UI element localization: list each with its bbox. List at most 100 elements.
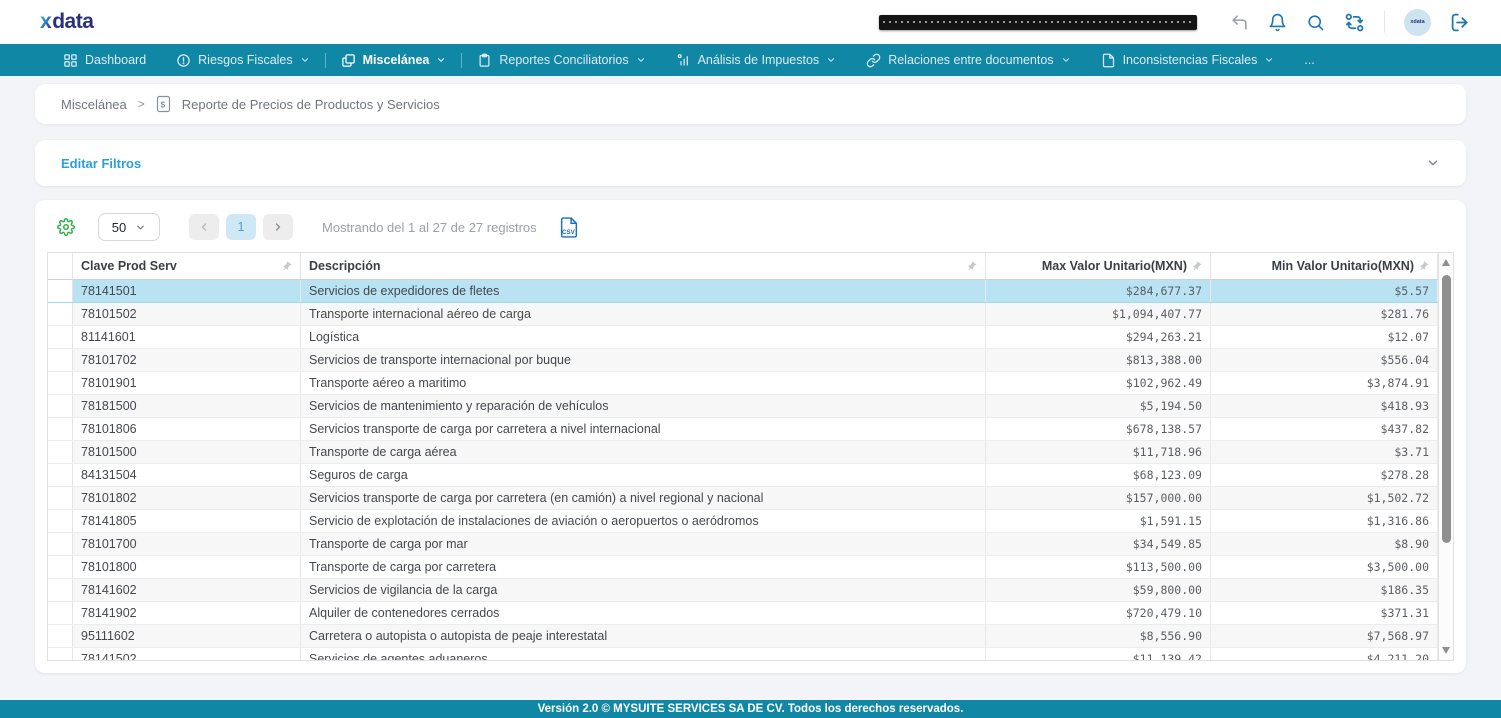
cell-min-valor: $437.82 (1211, 418, 1438, 440)
scroll-down-icon[interactable] (1442, 647, 1450, 654)
row-selector-cell (48, 533, 73, 555)
xdata-logo[interactable]: xdata (40, 10, 93, 34)
column-label: Clave Prod Serv (81, 259, 177, 273)
top-bar-actions: xdata (879, 9, 1471, 36)
breadcrumb-current: Reporte de Precios de Productos y Servic… (182, 97, 440, 112)
bell-icon[interactable] (1268, 13, 1287, 32)
row-selector-cell (48, 556, 73, 578)
cell-min-valor: $278.28 (1211, 464, 1438, 486)
cell-descripcion: Transporte aéreo a maritimo (301, 372, 986, 394)
cell-descripcion: Seguros de carga (301, 464, 986, 486)
cell-max-valor: $284,677.37 (986, 280, 1211, 302)
csv-export-icon[interactable]: CSV (560, 217, 578, 238)
table-row[interactable]: 78101500Transporte de carga aérea$11,718… (48, 441, 1438, 464)
cell-max-valor: $113,500.00 (986, 556, 1211, 578)
breadcrumb-parent[interactable]: Miscelánea (61, 97, 127, 112)
switch-module-icon[interactable] (1344, 12, 1365, 33)
undo-icon[interactable] (1230, 13, 1249, 32)
table-row[interactable]: 78101702Servicios de transporte internac… (48, 349, 1438, 372)
gear-icon[interactable] (57, 218, 75, 236)
avatar[interactable]: xdata (1404, 9, 1431, 36)
cell-min-valor: $8.90 (1211, 533, 1438, 555)
table-scrollbar[interactable] (1438, 253, 1453, 660)
cell-clave: 78101800 (73, 556, 301, 578)
cell-max-valor: $1,094,407.77 (986, 303, 1211, 325)
cell-descripcion: Servicios de expedidores de fletes (301, 280, 986, 302)
table-row[interactable]: 78141502Servicios de agentes aduaneros$1… (48, 648, 1438, 661)
cell-max-valor: $294,263.21 (986, 326, 1211, 348)
nav-item-relaciones-entre-documentos[interactable]: Relaciones entre documentos (851, 44, 1085, 76)
nav-item-label: Inconsistencias Fiscales (1123, 53, 1258, 67)
filters-panel: Editar Filtros (35, 140, 1466, 186)
page-size-select[interactable]: 50 (98, 213, 160, 241)
scrollbar-thumb[interactable] (1442, 275, 1451, 543)
table-row[interactable]: 78141805Servicio de explotación de insta… (48, 510, 1438, 533)
layers-icon (341, 53, 356, 68)
table-row[interactable]: 84131504Seguros de carga$68,123.09$278.2… (48, 464, 1438, 487)
search-icon[interactable] (1306, 13, 1325, 32)
cell-max-valor: $8,556.90 (986, 625, 1211, 647)
nav-item-riesgos-fiscales[interactable]: Riesgos Fiscales (161, 44, 324, 76)
cell-descripcion: Servicios transporte de carga por carret… (301, 418, 986, 440)
logo-name: data (52, 10, 93, 33)
cell-descripcion: Carretera o autopista o autopista de pea… (301, 625, 986, 647)
nav-item-inconsistencias-fiscales[interactable]: Inconsistencias Fiscales (1086, 44, 1290, 76)
cell-clave: 78101702 (73, 349, 301, 371)
cell-max-valor: $678,138.57 (986, 418, 1211, 440)
scroll-up-icon[interactable] (1442, 259, 1450, 266)
table-row[interactable]: 78101700Transporte de carga por mar$34,5… (48, 533, 1438, 556)
table-row[interactable]: 78101800Transporte de carga por carreter… (48, 556, 1438, 579)
table-row[interactable]: 78101802Servicios transporte de carga po… (48, 487, 1438, 510)
chevron-down-icon (135, 222, 146, 233)
row-selector-cell (48, 326, 73, 348)
table-row[interactable]: 78141902Alquiler de contenedores cerrado… (48, 602, 1438, 625)
cell-descripcion: Servicio de explotación de instalaciones… (301, 510, 986, 532)
next-page-button[interactable] (263, 214, 293, 240)
prev-page-button[interactable] (189, 214, 219, 240)
data-table: Clave Prod Serv Descripción Max Valor Un… (47, 252, 1454, 661)
table-row[interactable]: 95111602Carretera o autopista o autopist… (48, 625, 1438, 648)
cell-descripcion: Servicios de mantenimiento y reparación … (301, 395, 986, 417)
nav-item-miscelanea[interactable]: Miscelánea (326, 44, 462, 76)
table-row[interactable]: 78101901Transporte aéreo a maritimo$102,… (48, 372, 1438, 395)
cell-descripcion: Transporte de carga por carretera (301, 556, 986, 578)
logout-icon[interactable] (1450, 12, 1471, 33)
cell-clave: 78141501 (73, 280, 301, 302)
table-row[interactable]: 81141601Logística$294,263.21$12.07 (48, 326, 1438, 349)
nav-item-label: ... (1304, 53, 1314, 67)
nav-item-reportes-conciliatorios[interactable]: Reportes Conciliatorios (462, 44, 660, 76)
table-row[interactable]: 78101502Transporte internacional aéreo d… (48, 303, 1438, 326)
table-row[interactable]: 78141602Servicios de vigilancia de la ca… (48, 579, 1438, 602)
table-row[interactable]: 78141501Servicios de expedidores de flet… (48, 280, 1438, 303)
row-selector-cell (48, 602, 73, 624)
column-header-max-valor[interactable]: Max Valor Unitario(MXN) (986, 253, 1211, 279)
alert-icon (176, 53, 191, 68)
column-header-min-valor[interactable]: Min Valor Unitario(MXN) (1211, 253, 1438, 279)
column-header-descripcion[interactable]: Descripción (301, 253, 986, 279)
chevron-down-icon (300, 55, 310, 65)
cell-clave: 78101500 (73, 441, 301, 463)
column-header-clave[interactable]: Clave Prod Serv (73, 253, 301, 279)
row-selector-cell (48, 579, 73, 601)
nav-item-label: Reportes Conciliatorios (499, 53, 628, 67)
cell-clave: 78101901 (73, 372, 301, 394)
current-page-button[interactable]: 1 (226, 214, 256, 240)
chevron-down-icon (826, 55, 836, 65)
cell-clave: 78101700 (73, 533, 301, 555)
table-row[interactable]: 78101806Servicios transporte de carga po… (48, 418, 1438, 441)
row-selector-cell (48, 441, 73, 463)
row-selector-cell (48, 418, 73, 440)
main-nav: DashboardRiesgos FiscalesMiscelánea Repor… (0, 44, 1501, 76)
table-row[interactable]: 78181500Servicios de mantenimiento y rep… (48, 395, 1438, 418)
edit-filters-link[interactable]: Editar Filtros (61, 156, 141, 171)
pin-icon (1189, 258, 1204, 273)
cell-min-valor: $3,500.00 (1211, 556, 1438, 578)
cell-clave: 84131504 (73, 464, 301, 486)
chevron-down-icon[interactable] (1426, 156, 1440, 170)
cell-min-valor: $1,502.72 (1211, 487, 1438, 509)
nav-item-more[interactable]: ... (1289, 44, 1329, 76)
nav-item-analisis-de-impuestos[interactable]: Análisis de Impuestos (661, 44, 852, 76)
nav-item-dashboard[interactable]: Dashboard (48, 44, 161, 76)
breadcrumb-separator-icon: > (138, 97, 145, 111)
cell-max-valor: $157,000.00 (986, 487, 1211, 509)
